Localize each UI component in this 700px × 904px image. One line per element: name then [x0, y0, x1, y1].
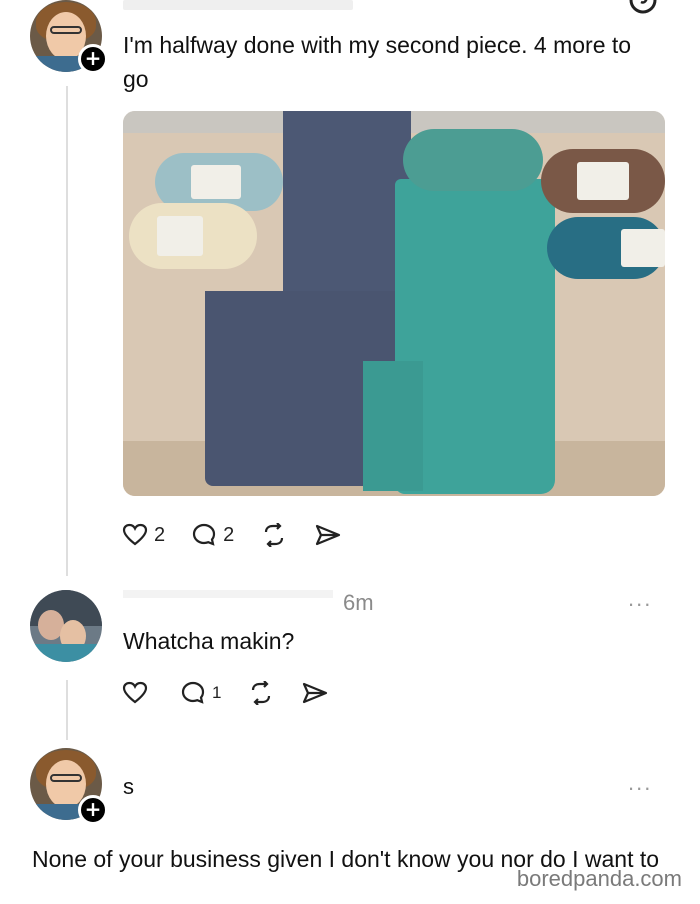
- repost-icon: [252, 681, 271, 705]
- comment-icon: [181, 681, 205, 704]
- heart-icon: [122, 523, 148, 546]
- share-button[interactable]: [314, 523, 342, 547]
- app-logo-icon: [628, 0, 658, 21]
- reply-reply-button[interactable]: 1: [180, 680, 221, 706]
- thread-line: [66, 86, 68, 576]
- yarn-cream: [129, 203, 257, 269]
- like-count: 2: [154, 523, 166, 546]
- yarn-brown: [541, 149, 665, 213]
- username[interactable]: s: [123, 770, 134, 804]
- reply-share-button[interactable]: [301, 681, 329, 705]
- reply-actions: 1: [122, 680, 355, 706]
- send-icon: [303, 682, 328, 704]
- more-options-button[interactable]: ...: [628, 586, 652, 612]
- repost-button[interactable]: [260, 523, 288, 547]
- post-actions: 2 2: [122, 522, 368, 548]
- watermark: boredpanda.com: [516, 866, 682, 891]
- reply-button[interactable]: 2: [191, 522, 234, 548]
- heart-icon: [122, 681, 148, 704]
- repost-icon: [265, 523, 284, 547]
- send-icon: [316, 524, 341, 546]
- yarn-teal: [403, 129, 543, 191]
- reply-thread-line: [66, 680, 68, 740]
- follow-plus-icon[interactable]: +: [78, 44, 108, 74]
- comment-icon: [193, 523, 216, 546]
- follow-plus-icon[interactable]: +: [78, 795, 108, 825]
- yarn-dark-teal: [547, 217, 665, 279]
- navy-blanket: [283, 111, 411, 321]
- reply-reply-count: 1: [212, 683, 222, 702]
- reply-repost-button[interactable]: [247, 681, 275, 705]
- username-redacted: [123, 590, 333, 598]
- post-photo[interactable]: [123, 111, 665, 496]
- more-options-button[interactable]: ...: [628, 770, 652, 796]
- reply-text: Whatcha makin?: [123, 628, 295, 654]
- reply-avatar[interactable]: [30, 590, 102, 662]
- reply-like-button[interactable]: [122, 681, 148, 705]
- header-fragment: [123, 0, 353, 10]
- like-button[interactable]: 2: [122, 523, 165, 547]
- reply-count: 2: [223, 523, 235, 546]
- post-text: I'm halfway done with my second piece. 4…: [123, 32, 632, 92]
- timestamp: 6m: [343, 590, 374, 615]
